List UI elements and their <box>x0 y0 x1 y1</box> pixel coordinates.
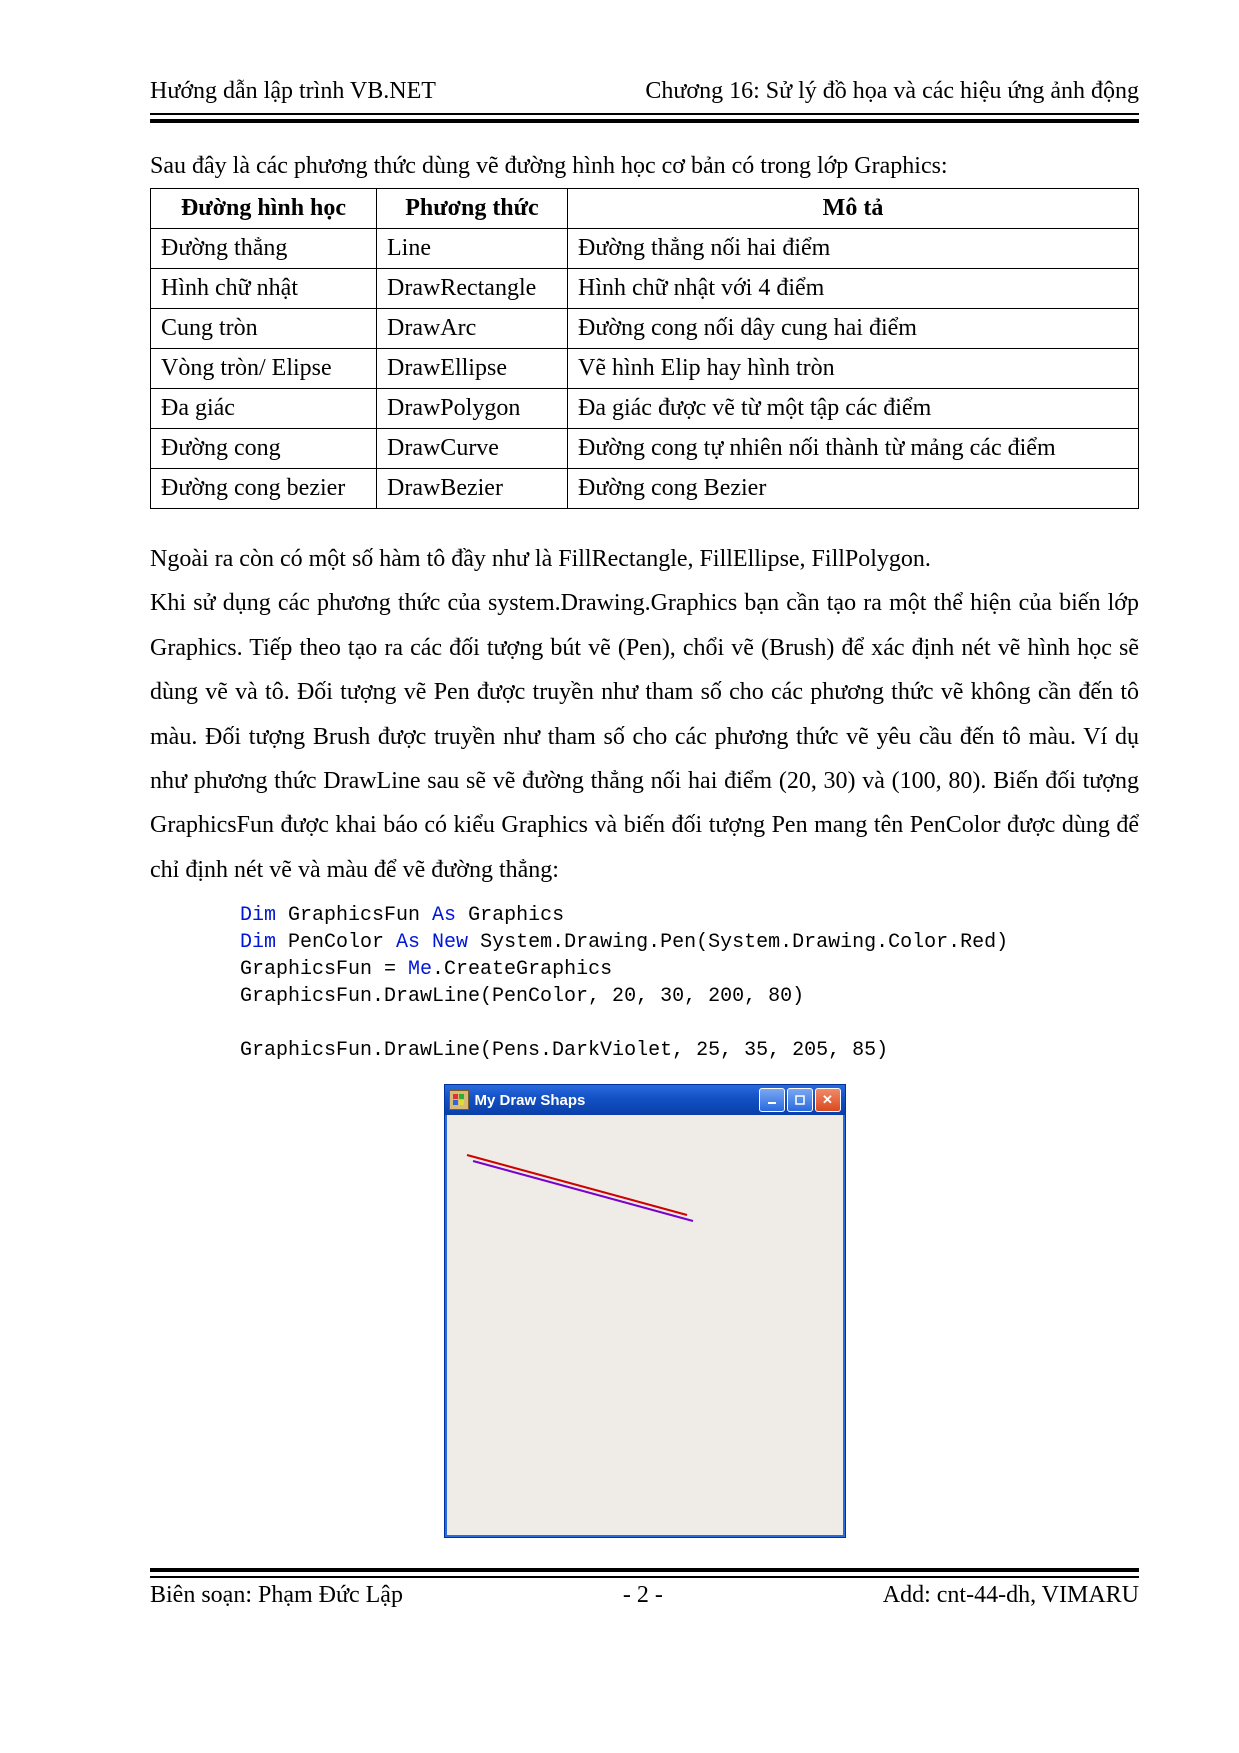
table-row: Đường congDrawCurveĐường cong tự nhiên n… <box>151 429 1139 469</box>
table-cell: Đường thẳng nối hai điểm <box>568 229 1139 269</box>
code-keyword: Dim <box>240 904 276 927</box>
minimize-icon <box>766 1094 778 1106</box>
code-keyword: As <box>432 904 456 927</box>
footer-right: Add: cnt-44-dh, VIMARU <box>883 1582 1139 1609</box>
minimize-button[interactable] <box>759 1088 785 1112</box>
maximize-button[interactable] <box>787 1088 813 1112</box>
code-text: GraphicsFun <box>276 904 432 927</box>
app-icon <box>449 1090 469 1110</box>
th-desc: Mô tả <box>568 189 1139 229</box>
th-shape: Đường hình học <box>151 189 377 229</box>
code-text: GraphicsFun.DrawLine(Pens.DarkViolet, 25… <box>240 1039 888 1062</box>
titlebar: My Draw Shaps ✕ <box>445 1085 845 1115</box>
header-right: Chương 16: Sử lý đồ họa và các hiệu ứng … <box>645 78 1139 105</box>
table-cell: Đường thẳng <box>151 229 377 269</box>
table-cell: DrawPolygon <box>377 389 568 429</box>
th-method: Phương thức <box>377 189 568 229</box>
footer-left: Biên soạn: Phạm Đức Lập <box>150 1582 403 1609</box>
table-cell: Đa giác <box>151 389 377 429</box>
table-cell: Line <box>377 229 568 269</box>
table-cell: DrawRectangle <box>377 269 568 309</box>
table-cell: Đa giác được vẽ từ một tập các điểm <box>568 389 1139 429</box>
app-window: My Draw Shaps ✕ <box>444 1084 846 1538</box>
header-rule <box>150 113 1139 123</box>
table-cell: DrawArc <box>377 309 568 349</box>
table-cell: Đường cong tự nhiên nối thành từ mảng cá… <box>568 429 1139 469</box>
methods-table: Đường hình học Phương thức Mô tả Đường t… <box>150 188 1139 509</box>
drawn-lines <box>447 1115 843 1535</box>
table-cell: Hình chữ nhật <box>151 269 377 309</box>
table-row: Vòng tròn/ ElipseDrawEllipseVẽ hình Elip… <box>151 349 1139 389</box>
window-title: My Draw Shaps <box>475 1092 586 1109</box>
table-cell: Hình chữ nhật với 4 điểm <box>568 269 1139 309</box>
code-text: Graphics <box>456 904 564 927</box>
table-cell: DrawCurve <box>377 429 568 469</box>
table-cell: Đường cong <box>151 429 377 469</box>
table-cell: Cung tròn <box>151 309 377 349</box>
code-text: System.Drawing.Pen(System.Drawing.Color.… <box>468 931 1008 954</box>
table-row: Đường thẳngLineĐường thẳng nối hai điểm <box>151 229 1139 269</box>
code-keyword: Dim <box>240 931 276 954</box>
window-client-area <box>445 1115 845 1537</box>
table-row: Đa giácDrawPolygonĐa giác được vẽ từ một… <box>151 389 1139 429</box>
table-cell: Đường cong nối dây cung hai điểm <box>568 309 1139 349</box>
window-figure: My Draw Shaps ✕ <box>150 1084 1139 1538</box>
close-button[interactable]: ✕ <box>815 1088 841 1112</box>
paragraph-2: Khi sử dụng các phương thức của system.D… <box>150 581 1139 892</box>
table-cell: Vẽ hình Elip hay hình tròn <box>568 349 1139 389</box>
table-cell: DrawBezier <box>377 469 568 509</box>
intro-text: Sau đây là các phương thức dùng vẽ đường… <box>150 153 1139 180</box>
code-keyword: Me <box>408 958 432 981</box>
code-text: PenColor <box>276 931 396 954</box>
header-left: Hướng dẫn lập trình VB.NET <box>150 78 436 105</box>
page-header: Hướng dẫn lập trình VB.NET Chương 16: Sử… <box>150 78 1139 111</box>
code-text: .CreateGraphics <box>432 958 612 981</box>
maximize-icon <box>794 1094 806 1106</box>
table-row: Cung trònDrawArcĐường cong nối dây cung … <box>151 309 1139 349</box>
paragraph-1: Ngoài ra còn có một số hàm tô đầy như là… <box>150 537 1139 581</box>
table-row: Đường cong bezierDrawBezierĐường cong Be… <box>151 469 1139 509</box>
page: Hướng dẫn lập trình VB.NET Chương 16: Sử… <box>0 0 1239 1753</box>
code-text: GraphicsFun = <box>240 958 408 981</box>
code-block: Dim GraphicsFun As Graphics Dim PenColor… <box>240 902 1139 1064</box>
table-header-row: Đường hình học Phương thức Mô tả <box>151 189 1139 229</box>
body-paragraphs: Ngoài ra còn có một số hàm tô đầy như là… <box>150 537 1139 892</box>
table-cell: Đường cong bezier <box>151 469 377 509</box>
code-text: GraphicsFun.DrawLine(PenColor, 20, 30, 2… <box>240 985 804 1008</box>
table-row: Hình chữ nhậtDrawRectangleHình chữ nhật … <box>151 269 1139 309</box>
close-icon: ✕ <box>822 1092 833 1108</box>
footer-rule <box>150 1568 1139 1578</box>
table-cell: Vòng tròn/ Elipse <box>151 349 377 389</box>
page-footer: Biên soạn: Phạm Đức Lập - 2 - Add: cnt-4… <box>150 1582 1139 1609</box>
table-cell: Đường cong Bezier <box>568 469 1139 509</box>
table-cell: DrawEllipse <box>377 349 568 389</box>
footer-center: - 2 - <box>403 1582 883 1609</box>
code-keyword: As New <box>396 931 468 954</box>
